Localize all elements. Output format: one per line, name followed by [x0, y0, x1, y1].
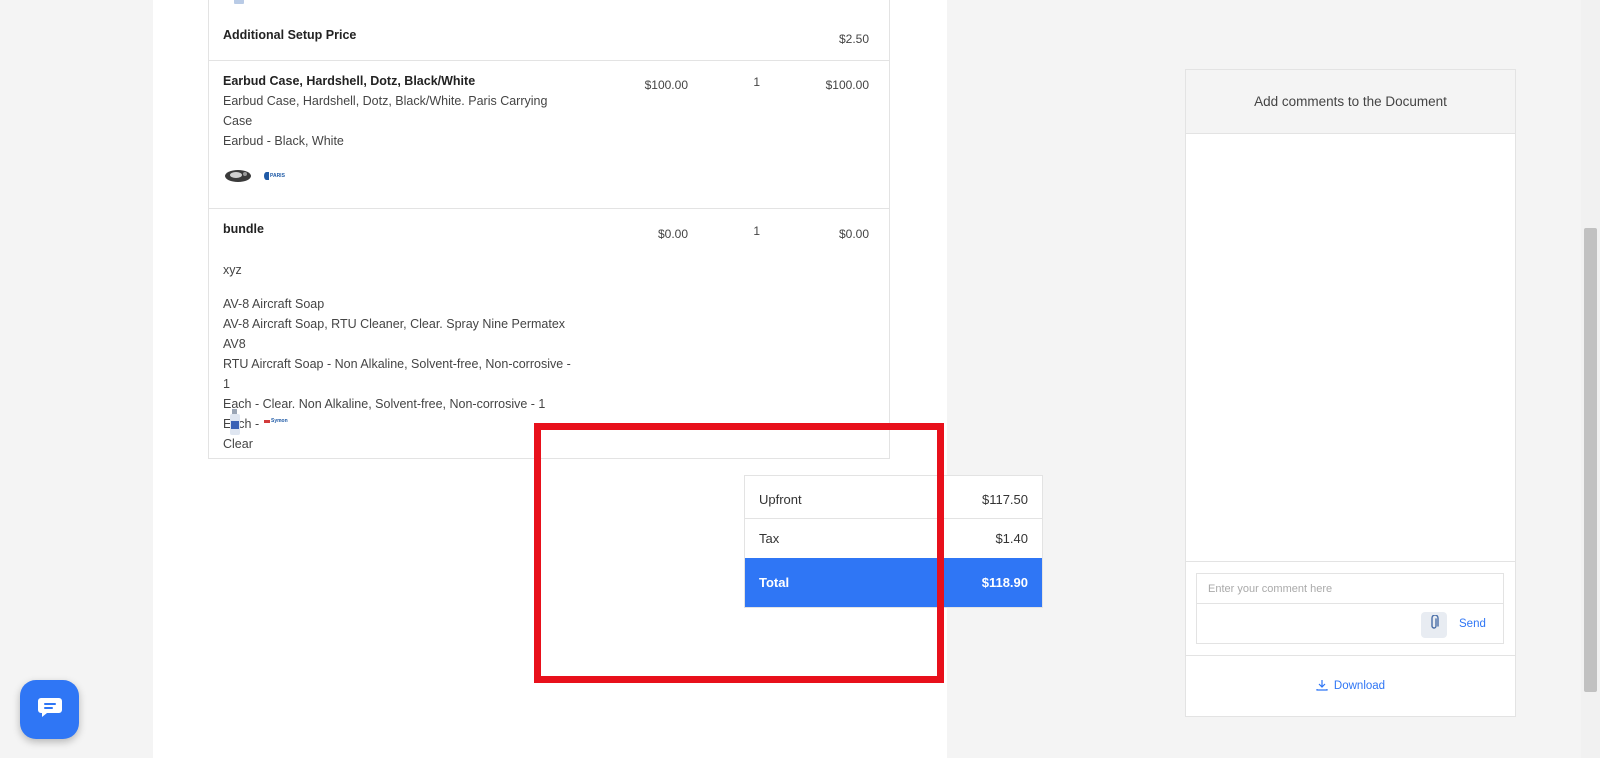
product-thumbnail: [234, 0, 244, 4]
document-page: Additional Setup Price $2.50 Earbud Case…: [153, 0, 1043, 758]
download-button[interactable]: Download: [1186, 655, 1515, 716]
tax-value: $1.40: [995, 531, 1028, 546]
earbud-case-image: [223, 164, 253, 186]
item-description-line: Each - Clear. Non Alkaline, Solvent-free…: [223, 397, 546, 431]
highlight-annotation: [534, 423, 944, 683]
item-description: Earbud Case, Hardshell, Dotz, Black/Whit…: [223, 91, 573, 151]
chat-button[interactable]: [20, 680, 79, 739]
send-button[interactable]: Send: [1459, 618, 1486, 630]
comment-input[interactable]: [1197, 574, 1503, 604]
item-name: Earbud Case, Hardshell, Dotz, Black/Whit…: [223, 74, 476, 88]
total-value: $118.90: [981, 575, 1028, 590]
comment-composer: Send: [1196, 573, 1504, 644]
item-description-line: AV-8 Aircraft Soap, RTU Cleaner, Clear. …: [223, 317, 566, 351]
item-unit-price: $0.00: [657, 227, 688, 241]
item-name: Additional Setup Price: [223, 28, 357, 42]
item-name: bundle: [223, 222, 264, 236]
item-quantity: 1: [753, 75, 760, 89]
line-items-table: Additional Setup Price $2.50 Earbud Case…: [208, 0, 890, 459]
soap-bottle-image: [227, 408, 243, 436]
item-unit-price: $100.00: [644, 78, 688, 92]
brand-logo: Symon: [264, 415, 298, 427]
comments-panel: Add comments to the Document Send Downlo…: [1185, 69, 1516, 717]
item-description-line: Clear: [223, 437, 253, 451]
line-item-row: Additional Setup Price $2.50: [209, 0, 889, 61]
bundle-sub-item: AV-8 Aircraft Soap AV-8 Aircraft Soap, R…: [223, 294, 573, 454]
brand-logo-text: Symon: [271, 418, 288, 424]
download-icon: [1316, 679, 1328, 694]
comments-header: Add comments to the Document: [1186, 70, 1515, 134]
brand-logo-text: PARIS: [270, 173, 285, 179]
download-label: Download: [1333, 680, 1386, 692]
comments-list: [1186, 134, 1515, 562]
scrollbar-thumb[interactable]: [1584, 228, 1597, 692]
item-description-line: Earbud Case, Hardshell, Dotz, Black/Whit…: [223, 94, 548, 128]
paperclip-icon: [1429, 613, 1439, 636]
upfront-value: $117.50: [981, 491, 1028, 507]
chat-icon: [37, 696, 63, 723]
line-item-row: bundle xyz AV-8 Aircraft Soap AV-8 Aircr…: [209, 209, 889, 458]
sub-item-name: AV-8 Aircraft Soap: [223, 297, 325, 311]
item-total: $100.00: [825, 78, 869, 92]
brand-logo: PARIS: [264, 170, 298, 182]
bundle-subtitle: xyz: [223, 263, 242, 277]
page-scrollbar[interactable]: [1581, 0, 1600, 758]
item-total: $0.00: [838, 227, 869, 241]
line-item-row: Earbud Case, Hardshell, Dotz, Black/Whit…: [209, 61, 889, 209]
item-quantity: 1: [753, 224, 760, 238]
attach-button[interactable]: [1421, 612, 1447, 638]
item-description-line: RTU Aircraft Soap - Non Alkaline, Solven…: [223, 357, 571, 391]
item-description-line: Earbud - Black, White: [223, 134, 344, 148]
item-total: $2.50: [838, 32, 869, 46]
